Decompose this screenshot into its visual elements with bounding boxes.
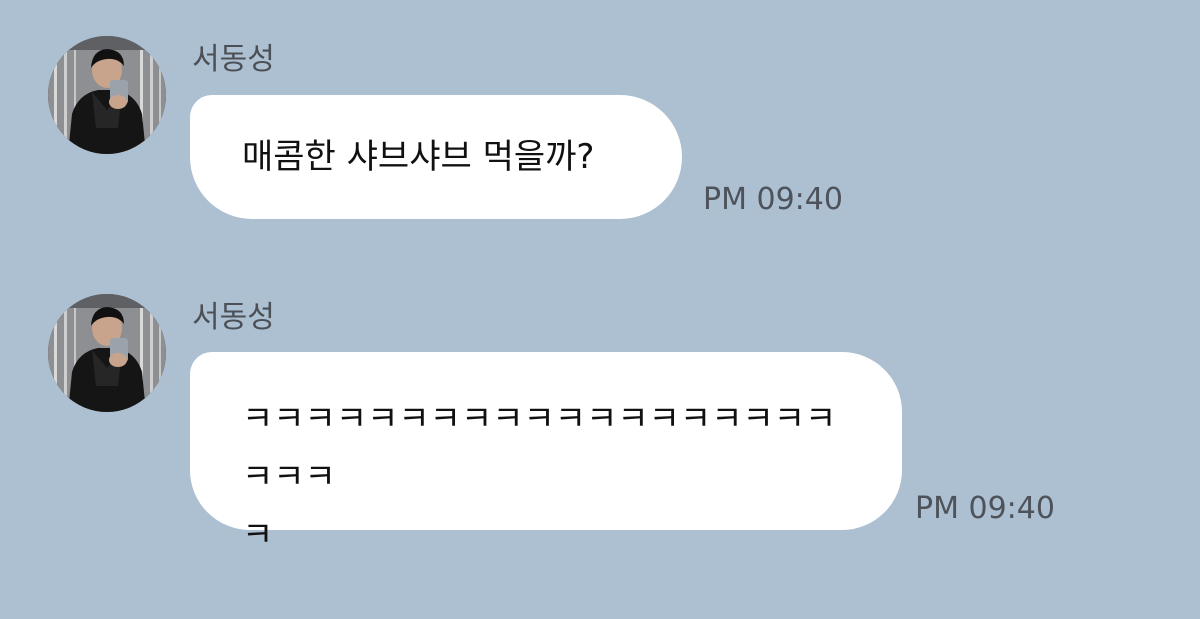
profile-photo-icon: [48, 36, 166, 154]
sender-name: 서동성: [192, 42, 275, 77]
avatar[interactable]: [48, 36, 166, 154]
message-row: 서동성 매콤한 샤브샤브 먹을까? PM 09:40: [0, 0, 1200, 260]
chat-screen[interactable]: 서동성 매콤한 샤브샤브 먹을까? PM 09:40 서동성 ㅋㅋㅋㅋㅋㅋㅋㅋㅋ…: [0, 0, 1200, 619]
avatar[interactable]: [48, 294, 166, 412]
message-timestamp: PM 09:40: [703, 182, 843, 217]
message-bubble[interactable]: 매콤한 샤브샤브 먹을까?: [190, 95, 682, 219]
message-row: 서동성 ㅋㅋㅋㅋㅋㅋㅋㅋㅋㅋㅋㅋㅋㅋㅋㅋㅋㅋㅋㅋㅋㅋ ㅋ PM 09:40: [0, 258, 1200, 558]
message-timestamp: PM 09:40: [915, 491, 1055, 526]
message-bubble[interactable]: ㅋㅋㅋㅋㅋㅋㅋㅋㅋㅋㅋㅋㅋㅋㅋㅋㅋㅋㅋㅋㅋㅋ ㅋ: [190, 352, 902, 555]
sender-name: 서동성: [192, 300, 275, 335]
profile-photo-icon: [48, 294, 166, 412]
